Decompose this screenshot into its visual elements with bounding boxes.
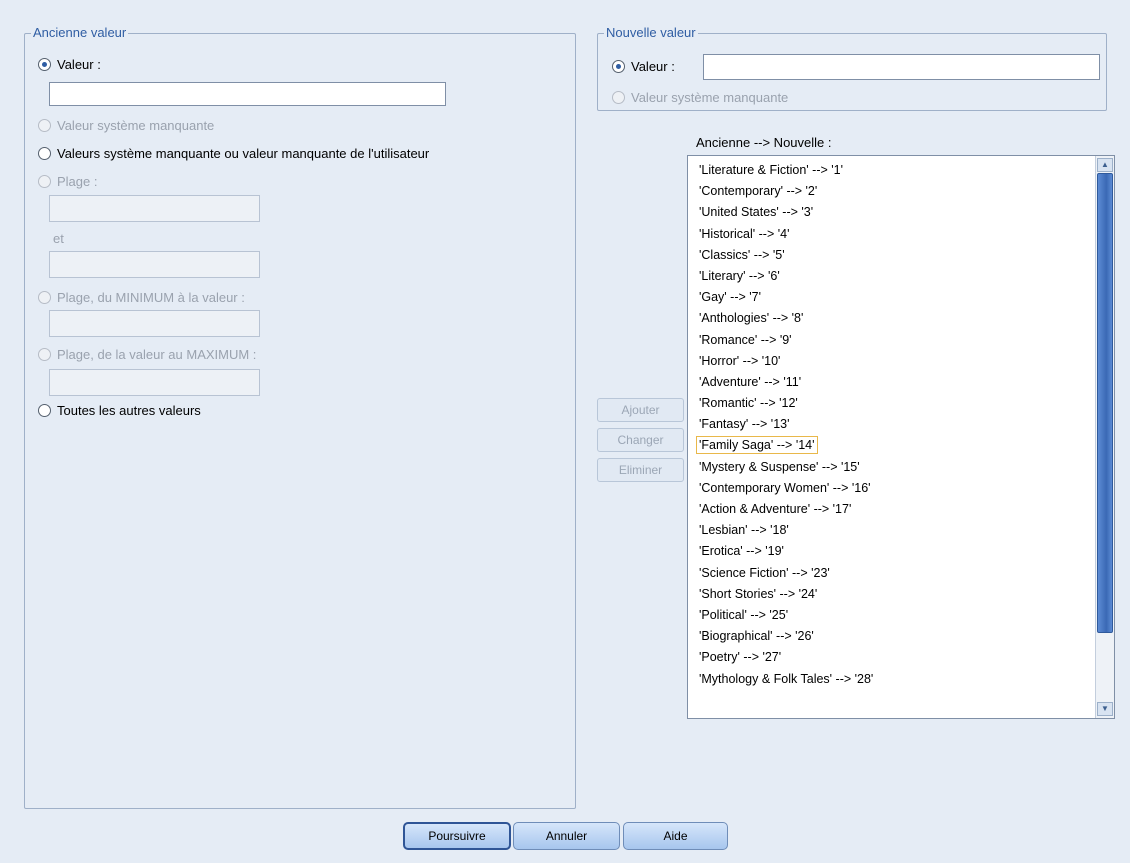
- list-item-text: 'Contemporary' --> '2': [699, 184, 818, 199]
- radio-indicator: [38, 175, 51, 188]
- list-item[interactable]: 'Adventure' --> '11': [688, 372, 1094, 393]
- old-value-legend: Ancienne valeur: [31, 25, 129, 40]
- continue-button[interactable]: Poursuivre: [403, 822, 511, 850]
- list-item-text: 'United States' --> '3': [699, 205, 814, 220]
- scroll-thumb[interactable]: [1097, 173, 1113, 633]
- old-system-or-user-missing-radio[interactable]: Valeurs système manquante ou valeur manq…: [38, 146, 429, 161]
- list-item[interactable]: 'United States' --> '3': [688, 202, 1094, 223]
- list-item-text: 'Lesbian' --> '18': [699, 523, 789, 538]
- old-range-max-input: [49, 369, 260, 396]
- list-item[interactable]: 'Lesbian' --> '18': [688, 520, 1094, 541]
- old-all-other-radio[interactable]: Toutes les autres valeurs: [38, 403, 201, 418]
- new-value-input[interactable]: [703, 54, 1100, 80]
- list-item-text: 'Fantasy' --> '13': [699, 417, 790, 432]
- list-item-text: 'Political' --> '25': [699, 607, 789, 622]
- old-range-label: Plage :: [57, 174, 98, 189]
- list-item[interactable]: 'Erotica' --> '19': [688, 541, 1094, 562]
- list-item-text: 'Horror' --> '10': [699, 353, 781, 368]
- list-item-text: 'Historical' --> '4': [699, 226, 790, 241]
- radio-indicator: [38, 348, 51, 361]
- list-item[interactable]: 'Horror' --> '10': [688, 351, 1094, 372]
- list-item[interactable]: 'Fantasy' --> '13': [688, 414, 1094, 435]
- list-item-text: 'Romance' --> '9': [699, 332, 792, 347]
- help-button[interactable]: Aide: [623, 822, 728, 850]
- old-system-missing-label: Valeur système manquante: [57, 118, 215, 133]
- new-value-radio-label: Valeur :: [631, 59, 675, 74]
- list-item[interactable]: 'Literary' --> '6': [688, 266, 1094, 287]
- mapping-listbox[interactable]: 'Literature & Fiction' --> '1' 'Contempor…: [687, 155, 1115, 719]
- scroll-up-icon[interactable]: ▲: [1097, 158, 1113, 172]
- list-item-text: 'Gay' --> '7': [699, 290, 761, 305]
- new-value-radio[interactable]: Valeur :: [612, 59, 675, 74]
- list-item[interactable]: 'Literature & Fiction' --> '1': [688, 160, 1094, 181]
- list-item[interactable]: 'Political' --> '25': [688, 605, 1094, 626]
- vertical-scrollbar[interactable]: ▲ ▼: [1095, 156, 1114, 718]
- list-item-text: 'Short Stories' --> '24': [699, 586, 818, 601]
- cancel-button[interactable]: Annuler: [513, 822, 620, 850]
- old-value-radio[interactable]: Valeur :: [38, 57, 101, 72]
- list-item[interactable]: 'Mystery & Suspense' --> '15': [688, 457, 1094, 478]
- list-item[interactable]: 'Short Stories' --> '24': [688, 584, 1094, 605]
- old-range-low-input: [49, 195, 260, 222]
- list-item-text: 'Contemporary Women' --> '16': [699, 480, 871, 495]
- list-item[interactable]: 'Family Saga' --> '14': [688, 435, 1094, 456]
- list-item[interactable]: 'Contemporary Women' --> '16': [688, 478, 1094, 499]
- list-item-text: 'Literary' --> '6': [699, 268, 780, 283]
- new-system-missing-radio: Valeur système manquante: [612, 90, 788, 105]
- old-range-and-label: et: [53, 231, 64, 246]
- old-range-radio: Plage :: [38, 174, 97, 189]
- radio-indicator[interactable]: [38, 147, 51, 160]
- list-item-text: 'Science Fiction' --> '23': [699, 565, 830, 580]
- old-system-or-user-missing-label: Valeurs système manquante ou valeur manq…: [57, 146, 430, 161]
- change-button[interactable]: Changer: [597, 428, 684, 452]
- list-item-text: 'Action & Adventure' --> '17': [699, 502, 852, 516]
- old-value-input[interactable]: [49, 82, 446, 106]
- list-item-text: 'Erotica' --> '19': [699, 544, 784, 559]
- radio-indicator[interactable]: [38, 58, 51, 71]
- list-item[interactable]: 'Gay' --> '7': [688, 287, 1094, 308]
- remove-button[interactable]: Eliminer: [597, 458, 684, 482]
- old-range-max-radio: Plage, de la valeur au MAXIMUM :: [38, 347, 256, 362]
- list-item-text: 'Adventure' --> '11': [699, 374, 802, 389]
- list-item-text: 'Family Saga' --> '14': [696, 436, 818, 455]
- list-item[interactable]: 'Action & Adventure' --> '17': [688, 499, 1094, 520]
- old-range-min-input: [49, 310, 260, 337]
- list-item[interactable]: 'Mythology & Folk Tales' --> '28': [688, 669, 1094, 690]
- list-item-text: 'Romantic' --> '12': [699, 396, 798, 411]
- scroll-down-icon[interactable]: ▼: [1097, 702, 1113, 716]
- list-item[interactable]: 'Contemporary' --> '2': [688, 181, 1094, 202]
- list-item-text: 'Classics' --> '5': [699, 247, 785, 262]
- new-value-legend: Nouvelle valeur: [604, 25, 698, 40]
- old-all-other-label: Toutes les autres valeurs: [57, 403, 201, 418]
- old-range-min-label: Plage, du MINIMUM à la valeur :: [57, 290, 245, 305]
- list-item-text: 'Poetry' --> '27': [699, 650, 782, 665]
- radio-indicator[interactable]: [612, 60, 625, 73]
- list-item[interactable]: 'Anthologies' --> '8': [688, 308, 1094, 329]
- list-item-text: 'Mythology & Folk Tales' --> '28': [699, 671, 874, 686]
- radio-indicator: [38, 119, 51, 132]
- list-item[interactable]: 'Science Fiction' --> '23': [688, 563, 1094, 584]
- list-item[interactable]: 'Classics' --> '5': [688, 245, 1094, 266]
- old-system-missing-radio: Valeur système manquante: [38, 118, 214, 133]
- list-item[interactable]: 'Biographical' --> '26': [688, 626, 1094, 647]
- old-range-max-label: Plage, de la valeur au MAXIMUM :: [57, 347, 257, 362]
- list-item[interactable]: 'Romantic' --> '12': [688, 393, 1094, 414]
- radio-indicator: [38, 291, 51, 304]
- list-item[interactable]: 'Historical' --> '4': [688, 224, 1094, 245]
- mapping-header: Ancienne --> Nouvelle :: [696, 135, 832, 150]
- radio-indicator[interactable]: [38, 404, 51, 417]
- old-range-high-input: [49, 251, 260, 278]
- old-value-radio-label: Valeur :: [57, 57, 101, 72]
- old-range-min-radio: Plage, du MINIMUM à la valeur :: [38, 290, 245, 305]
- list-item-text: 'Mystery & Suspense' --> '15': [699, 459, 860, 474]
- list-item[interactable]: 'Romance' --> '9': [688, 330, 1094, 351]
- add-button[interactable]: Ajouter: [597, 398, 684, 422]
- list-item[interactable]: 'Poetry' --> '27': [688, 647, 1094, 668]
- list-item-text: 'Literature & Fiction' --> '1': [699, 163, 843, 177]
- radio-indicator: [612, 91, 625, 104]
- new-system-missing-label: Valeur système manquante: [631, 90, 789, 105]
- list-item-text: 'Biographical' --> '26': [699, 629, 814, 644]
- list-item-text: 'Anthologies' --> '8': [699, 311, 804, 326]
- mapping-list[interactable]: 'Literature & Fiction' --> '1' 'Contempor…: [688, 160, 1094, 718]
